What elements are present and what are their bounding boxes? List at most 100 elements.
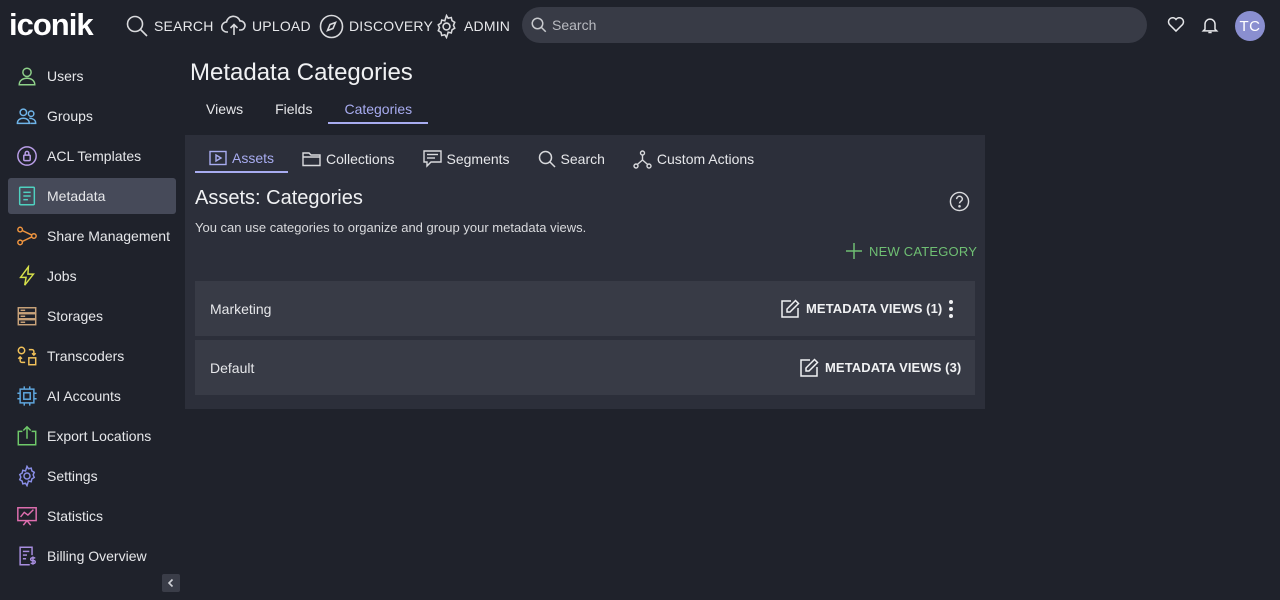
sidebar-item-label: Groups bbox=[47, 108, 93, 124]
subtab-assets[interactable]: Assets bbox=[195, 145, 289, 173]
sidebar-item-ai-accounts[interactable]: AI Accounts bbox=[8, 378, 176, 414]
sidebar-item-share-management[interactable]: Share Management bbox=[8, 218, 176, 254]
subtab-label: Collections bbox=[326, 151, 395, 167]
sidebar-item-acl-templates[interactable]: ACL Templates bbox=[8, 138, 176, 174]
sidebar-item-label: ACL Templates bbox=[47, 148, 142, 164]
sidebar-item-label: Statistics bbox=[47, 508, 104, 524]
user-avatar[interactable]: TC bbox=[1235, 11, 1265, 41]
subtab-search[interactable]: Search bbox=[524, 145, 619, 173]
sidebar-item-label: Share Management bbox=[47, 228, 170, 244]
chart-icon bbox=[16, 505, 38, 527]
server-icon bbox=[16, 305, 38, 327]
nav-search-button[interactable]: SEARCH bbox=[125, 13, 214, 39]
categories-panel: Assets Collections Segments Search Custo… bbox=[185, 135, 985, 409]
new-category-label: NEW CATEGORY bbox=[869, 243, 978, 259]
cloud-upload-icon bbox=[221, 15, 246, 35]
panel-description: You can use categories to organize and g… bbox=[195, 220, 587, 235]
heart-icon[interactable] bbox=[1166, 14, 1186, 34]
search-icon bbox=[531, 17, 547, 33]
sidebar-item-label: Export Locations bbox=[47, 428, 152, 444]
subtab-segments[interactable]: Segments bbox=[409, 145, 524, 173]
subtab-collections[interactable]: Collections bbox=[288, 145, 408, 173]
tab-categories[interactable]: Categories bbox=[328, 96, 429, 124]
metadata-views-label: METADATA VIEWS (3) bbox=[825, 360, 962, 375]
users-icon bbox=[16, 105, 38, 127]
tab-fields[interactable]: Fields bbox=[259, 96, 328, 124]
transcoder-icon bbox=[16, 345, 38, 367]
compass-icon bbox=[319, 14, 344, 38]
sidebar-item-label: Jobs bbox=[47, 268, 77, 284]
object-type-tabs: Assets Collections Segments Search Custo… bbox=[195, 145, 768, 173]
edit-icon bbox=[781, 298, 800, 318]
sidebar-item-transcoders[interactable]: Transcoders bbox=[8, 338, 176, 374]
sidebar-item-label: AI Accounts bbox=[47, 388, 121, 404]
lightning-icon bbox=[16, 265, 38, 287]
sidebar-item-statistics[interactable]: Statistics bbox=[8, 498, 176, 534]
nav-discovery-button[interactable]: DISCOVERY bbox=[319, 13, 433, 39]
sidebar-item-label: Storages bbox=[47, 308, 104, 324]
category-row-marketing[interactable]: Marketing METADATA VIEWS (1) bbox=[195, 281, 975, 336]
sidebar-item-users[interactable]: Users bbox=[8, 58, 176, 94]
metadata-views-button[interactable]: METADATA VIEWS (1) bbox=[780, 298, 943, 319]
sidebar-item-export-locations[interactable]: Export Locations bbox=[8, 418, 176, 454]
sidebar-item-settings[interactable]: Settings bbox=[8, 458, 176, 494]
metadata-tabs: Views Fields Categories bbox=[190, 96, 429, 126]
chevron-left-icon bbox=[167, 578, 174, 588]
billing-icon bbox=[16, 545, 38, 567]
subtab-label: Segments bbox=[446, 151, 510, 167]
sidebar-item-label: Users bbox=[47, 68, 84, 84]
panel-title: Assets: Categories bbox=[195, 187, 363, 209]
sidebar-item-billing-overview[interactable]: Billing Overview bbox=[8, 538, 176, 574]
nav-upload-button[interactable]: UPLOAD bbox=[221, 13, 311, 39]
global-search-input[interactable] bbox=[552, 17, 1112, 33]
subtab-label: Search bbox=[560, 151, 605, 167]
top-bar: iconik SEARCH UPLOAD DISCOVERY ADMIN TC bbox=[0, 0, 1280, 50]
gear-icon bbox=[16, 465, 38, 487]
sidebar-item-label: Transcoders bbox=[47, 348, 125, 364]
user-icon bbox=[16, 65, 38, 87]
help-icon[interactable] bbox=[949, 191, 970, 212]
global-search-bar[interactable] bbox=[522, 7, 1147, 43]
sidebar-item-label: Metadata bbox=[47, 188, 106, 204]
category-name: Marketing bbox=[210, 300, 272, 317]
comment-icon bbox=[422, 150, 442, 168]
search-icon bbox=[126, 15, 148, 37]
page-title: Metadata Categories bbox=[190, 59, 413, 86]
sidebar-item-jobs[interactable]: Jobs bbox=[8, 258, 176, 294]
category-row-default[interactable]: Default METADATA VIEWS (3) bbox=[195, 340, 975, 395]
bell-icon[interactable] bbox=[1200, 14, 1220, 36]
sidebar-item-storages[interactable]: Storages bbox=[8, 298, 176, 334]
nav-discovery-label: DISCOVERY bbox=[349, 18, 434, 34]
nav-admin-label: ADMIN bbox=[464, 18, 511, 34]
subtab-custom-actions[interactable]: Custom Actions bbox=[619, 145, 768, 173]
plus-icon bbox=[846, 243, 862, 259]
tab-views[interactable]: Views bbox=[190, 96, 259, 124]
new-category-button[interactable]: NEW CATEGORY bbox=[845, 242, 977, 260]
document-icon bbox=[16, 185, 38, 207]
nav-upload-label: UPLOAD bbox=[252, 18, 311, 34]
metadata-views-button[interactable]: METADATA VIEWS (3) bbox=[799, 357, 962, 378]
sidebar-item-label: Billing Overview bbox=[47, 548, 147, 564]
metadata-views-label: METADATA VIEWS (1) bbox=[806, 301, 943, 316]
play-icon bbox=[209, 150, 227, 166]
search-icon bbox=[538, 150, 556, 168]
gear-icon bbox=[437, 13, 456, 39]
sidebar-item-metadata[interactable]: Metadata bbox=[8, 178, 176, 214]
nodes-icon bbox=[633, 149, 652, 169]
sidebar-collapse-button[interactable] bbox=[162, 574, 180, 592]
nav-search-label: SEARCH bbox=[154, 18, 214, 34]
export-icon bbox=[16, 425, 38, 447]
more-options-icon[interactable] bbox=[945, 299, 957, 319]
share-icon bbox=[16, 225, 38, 247]
iconik-logo[interactable]: iconik bbox=[9, 8, 94, 42]
sidebar-item-groups[interactable]: Groups bbox=[8, 98, 176, 134]
sidebar-item-label: Settings bbox=[47, 468, 98, 484]
edit-icon bbox=[800, 357, 819, 377]
folder-icon bbox=[302, 152, 321, 167]
subtab-label: Assets bbox=[232, 150, 275, 166]
lock-icon bbox=[16, 145, 38, 167]
subtab-label: Custom Actions bbox=[656, 151, 755, 167]
category-name: Default bbox=[210, 359, 255, 376]
nav-admin-button[interactable]: ADMIN bbox=[434, 13, 510, 39]
admin-sidebar: Users Groups ACL Templates Metadata Shar… bbox=[8, 58, 176, 578]
